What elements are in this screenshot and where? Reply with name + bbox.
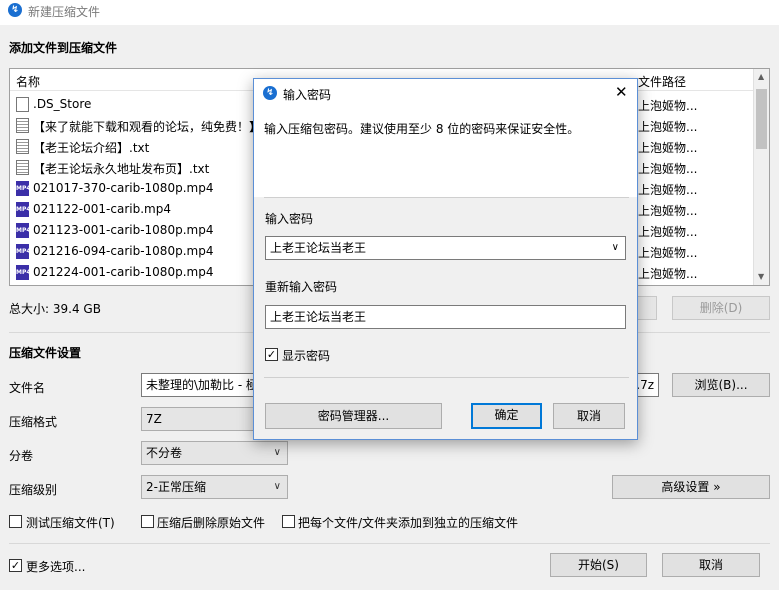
text-file-icon (16, 160, 29, 175)
file-path: 上泡姬物... (638, 162, 698, 176)
delete-after-checkbox[interactable] (141, 515, 154, 528)
test-archive-checkbox[interactable] (9, 515, 22, 528)
dialog-cancel-button[interactable]: 取消 (553, 403, 625, 429)
app-logo-icon: ↯ (263, 86, 277, 100)
advanced-settings-button[interactable]: 高级设置 » (612, 475, 770, 499)
file-name: 021122-001-carib.mp4 (33, 202, 171, 216)
text-file-icon (16, 118, 29, 133)
app-logo-icon: ↯ (8, 3, 22, 17)
file-name: 【老王论坛永久地址发布页】.txt (33, 162, 210, 176)
show-password-checkbox[interactable]: ✓ (265, 348, 278, 361)
dialog-hint: 输入压缩包密码。建议使用至少 8 位的密码来保证安全性。 (264, 122, 580, 136)
filename-value: 未整理的\加勒比 - 極 (146, 378, 259, 392)
file-name: 【来了就能下载和观看的论坛，纯免费！】 (33, 120, 262, 134)
filename-extension: .7z (636, 378, 654, 392)
chevron-down-icon: ∨ (273, 447, 281, 458)
file-name: 021224-001-carib-1080p.mp4 (33, 265, 214, 279)
file-name: 021216-094-carib-1080p.mp4 (33, 244, 214, 258)
file-name: 021017-370-carib-1080p.mp4 (33, 181, 214, 195)
more-options-label[interactable]: 更多选项... (26, 558, 85, 575)
enter-password-label: 输入密码 (265, 212, 314, 226)
dialog-hint-area: 输入压缩包密码。建议使用至少 8 位的密码来保证安全性。 (254, 107, 637, 197)
chevron-down-icon: ∨ (273, 481, 281, 492)
format-value: 7Z (146, 412, 162, 426)
ok-button[interactable]: 确定 (471, 403, 542, 429)
chevron-down-icon[interactable]: ∨ (612, 237, 619, 259)
filename-label: 文件名 (9, 381, 46, 395)
password-dialog: ↯ 输入密码 ✕ 输入压缩包密码。建议使用至少 8 位的密码来保证安全性。 输入… (253, 78, 638, 440)
reenter-password-input[interactable]: 上老王论坛当老王 (265, 305, 626, 329)
level-value: 2-正常压缩 (146, 480, 206, 494)
split-select[interactable]: 不分卷 ∨ (141, 441, 288, 465)
more-options-checkbox[interactable]: ✓ (9, 559, 22, 572)
delete-after-label[interactable]: 压缩后删除原始文件 (157, 514, 265, 531)
reenter-password-value: 上老王论坛当老王 (270, 310, 367, 324)
split-label: 分卷 (9, 449, 34, 463)
document-icon (16, 97, 29, 112)
scrollbar-thumb[interactable] (756, 89, 767, 149)
title-bar: ↯ 新建压缩文件 (0, 0, 779, 25)
divider (9, 543, 770, 544)
total-size: 总大小: 39.4 GB (9, 302, 101, 316)
settings-heading: 压缩文件设置 (9, 346, 82, 360)
add-files-heading: 添加文件到压缩文件 (9, 41, 118, 55)
format-label: 压缩格式 (9, 415, 58, 429)
file-name: 【老王论坛介绍】.txt (33, 141, 150, 155)
file-path: 上泡姬物... (638, 141, 698, 155)
mp4-file-icon: MP4 (16, 181, 31, 196)
column-name[interactable]: 名称 (16, 73, 40, 90)
file-path: 上泡姬物... (638, 225, 698, 239)
file-name: .DS_Store (33, 97, 92, 111)
separate-archives-checkbox[interactable] (282, 515, 295, 528)
window-title: 新建压缩文件 (28, 5, 101, 19)
dialog-title: 输入密码 (283, 88, 332, 102)
mp4-file-icon: MP4 (16, 202, 31, 217)
browse-button[interactable]: 浏览(B)... (672, 373, 770, 397)
password-manager-button[interactable]: 密码管理器... (265, 403, 442, 429)
dialog-title-bar: ↯ 输入密码 ✕ (254, 79, 637, 107)
mp4-file-icon: MP4 (16, 265, 31, 280)
separate-archives-label[interactable]: 把每个文件/文件夹添加到独立的压缩文件 (298, 514, 518, 531)
text-file-icon (16, 139, 29, 154)
mp4-file-icon: MP4 (16, 223, 31, 238)
scroll-down-icon[interactable]: ▼ (758, 272, 764, 281)
delete-button[interactable]: 删除(D) (672, 296, 770, 320)
cancel-button[interactable]: 取消 (662, 553, 760, 577)
file-path: 上泡姬物... (638, 120, 698, 134)
divider (264, 197, 629, 198)
file-list-scrollbar[interactable]: ▲ ▼ (753, 69, 769, 285)
file-path: 上泡姬物... (638, 246, 698, 260)
file-name: 021123-001-carib-1080p.mp4 (33, 223, 214, 237)
file-path: 上泡姬物... (638, 204, 698, 218)
level-label: 压缩级别 (9, 483, 58, 497)
file-path: 上泡姬物... (638, 267, 698, 281)
close-icon[interactable]: ✕ (615, 83, 628, 101)
show-password-label[interactable]: 显示密码 (282, 347, 330, 364)
start-button[interactable]: 开始(S) (550, 553, 647, 577)
scroll-up-icon[interactable]: ▲ (758, 72, 764, 81)
reenter-password-label: 重新输入密码 (265, 280, 338, 294)
mp4-file-icon: MP4 (16, 244, 31, 259)
divider (264, 377, 629, 378)
split-value: 不分卷 (146, 446, 183, 460)
enter-password-input[interactable]: 上老王论坛当老王 ∨ (265, 236, 626, 260)
column-path[interactable]: 文件路径 (638, 73, 686, 90)
test-archive-label[interactable]: 测试压缩文件(T) (26, 514, 115, 531)
file-path: 上泡姬物... (638, 99, 698, 113)
enter-password-value: 上老王论坛当老王 (270, 241, 367, 255)
file-path: 上泡姬物... (638, 183, 698, 197)
level-select[interactable]: 2-正常压缩 ∨ (141, 475, 288, 499)
